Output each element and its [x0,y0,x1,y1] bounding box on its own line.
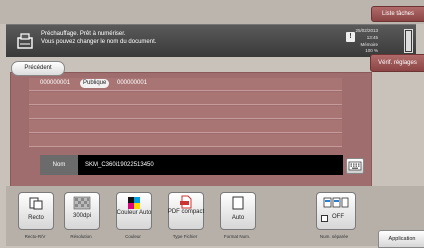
name-value[interactable]: SKM_C360i19022513450 [85,155,154,175]
status-message-line2: Vous pouvez changer le nom du document. [41,39,157,45]
color-button[interactable]: Couleur Auto [116,192,152,230]
filename-row[interactable] [29,92,342,105]
name-label: Nom [40,155,78,175]
duplex-label: Recto [28,215,44,221]
top-strip [0,0,424,24]
memory-gauge-fill [406,31,411,51]
duplex-caption: Recto-R/V [24,234,46,239]
separate-scan-caption: Num. séparée [319,234,349,239]
color-icon [128,197,140,209]
memory-value: 100 % [365,48,378,53]
filename-row[interactable] [29,120,342,133]
job-list-button[interactable]: Liste tâches [371,6,424,22]
filename-segment-1[interactable]: 000000001 [40,80,70,86]
message-bar: Préchauffage. Prêt à numériser. Vous pou… [6,24,416,57]
filename-row[interactable] [29,106,342,119]
file-type-label: PDF compact [167,209,205,215]
filename-segment-3[interactable]: 000000001 [117,80,147,86]
memory-label: Mémoire [360,42,378,47]
color-label: Couleur Auto [116,210,152,216]
resolution-button[interactable]: 300dpi [64,192,100,230]
filename-row[interactable] [29,78,342,91]
memory-gauge [404,29,413,53]
status-date: 25/02/2013 [355,28,378,33]
duplex-icon [29,197,43,210]
scan-size-button[interactable]: Auto [220,192,256,230]
file-type-caption: Type Fichier [172,234,198,239]
separate-scan-label: OFF [332,214,344,220]
pdf-file-icon [180,195,192,209]
keyboard-button[interactable] [346,158,364,174]
separate-scan-checkbox [321,215,328,222]
resolution-icon [73,196,91,210]
duplex-button[interactable]: Recto [18,192,54,230]
application-button[interactable]: Application [378,230,424,248]
resolution-label: 300dpi [72,213,92,219]
scan-size-label: Auto [231,215,245,221]
status-time: 13:45 [366,35,378,40]
previous-button[interactable]: Précédent [11,61,65,76]
status-message-line1: Préchauffage. Prêt à numériser. [41,31,126,37]
scan-size-caption: Format Num. [223,234,251,239]
separate-scan-button[interactable]: OFF [316,192,356,230]
scanner-icon [17,33,33,49]
color-caption: Couleur [125,234,141,239]
page-size-icon [232,196,244,210]
keyboard-icon [348,161,362,171]
filename-segment-2[interactable]: Publique [80,79,110,88]
check-settings-button[interactable]: Vérif. réglages [370,54,424,72]
alert-icon[interactable]: ! [346,32,355,42]
resolution-caption: Résolution [70,234,92,239]
filename-row[interactable] [29,134,342,147]
file-type-button[interactable]: PDF compact [168,192,204,230]
separate-scan-icon [323,197,349,208]
